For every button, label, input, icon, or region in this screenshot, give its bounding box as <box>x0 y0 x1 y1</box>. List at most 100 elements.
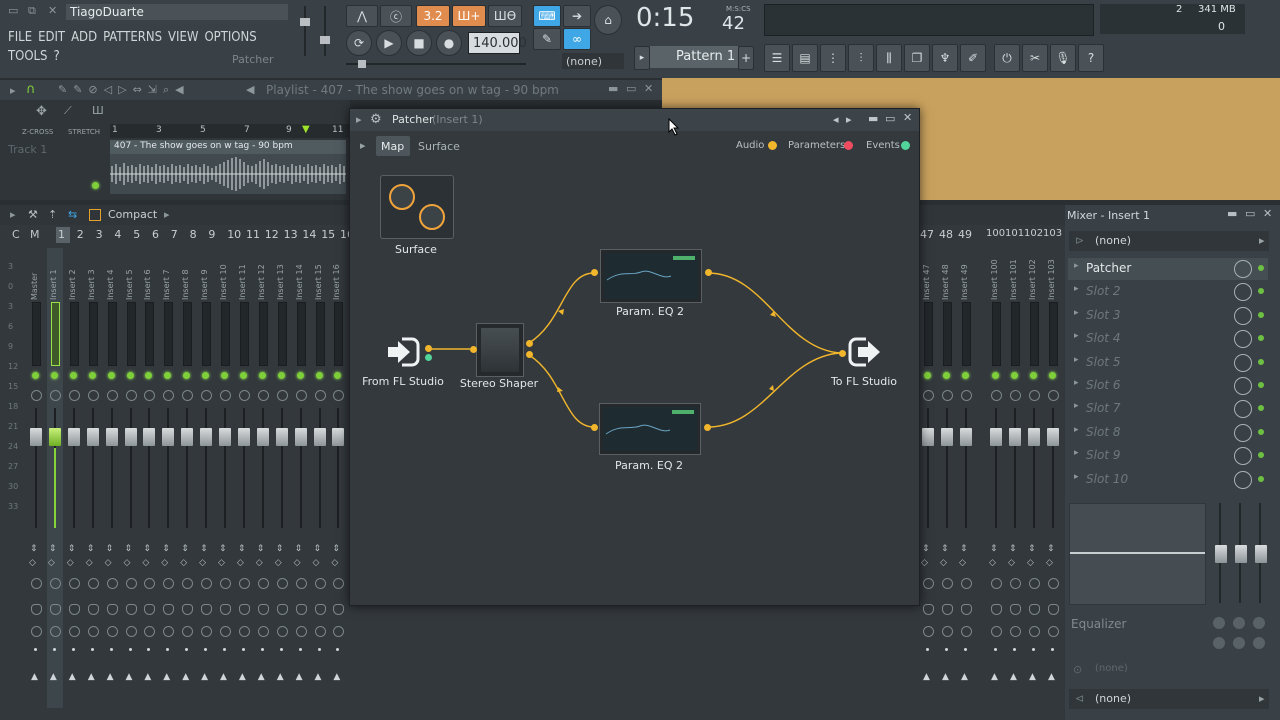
mixer-strip[interactable]: Insert 16 ⇕ ◇ ▲ <box>330 248 346 708</box>
swap-icon[interactable]: ◇ <box>199 558 206 568</box>
active-led[interactable] <box>88 372 96 379</box>
route-knob[interactable] <box>961 604 972 615</box>
route-knob[interactable] <box>125 604 137 615</box>
stereo-knob[interactable] <box>125 578 137 589</box>
volume-fader[interactable] <box>143 428 156 446</box>
slot-enable-led[interactable] <box>1258 405 1264 412</box>
surface-node[interactable] <box>380 175 454 239</box>
param-eq-top-node[interactable] <box>600 249 702 303</box>
patcher-map[interactable]: Surface From FL Studio Stereo Shaper Par… <box>354 161 914 599</box>
next-preset-icon[interactable]: ▸ <box>846 113 852 126</box>
legend-events-dot[interactable] <box>901 141 910 150</box>
arrow-up-icon[interactable]: ▲ <box>239 672 246 682</box>
pan-knob[interactable] <box>923 390 934 401</box>
stereo-knob[interactable] <box>295 578 307 589</box>
slot-enable-led[interactable] <box>1258 335 1264 342</box>
send-knob[interactable] <box>125 626 137 637</box>
input-select[interactable]: ⊳ (none) ▸ <box>1069 231 1269 251</box>
arrow-up-icon[interactable]: ▲ <box>50 672 57 682</box>
active-led[interactable] <box>1011 372 1018 379</box>
stereo-separation-icon[interactable]: ⇕ <box>49 544 57 554</box>
stereo-knob[interactable] <box>257 578 269 589</box>
stereo-separation-icon[interactable]: ⇕ <box>960 544 968 554</box>
arrow-up-icon[interactable]: ▲ <box>315 672 322 682</box>
volume-fader[interactable] <box>30 428 42 446</box>
pan-knob[interactable] <box>1010 390 1021 401</box>
to-fl-studio-node[interactable] <box>848 337 882 367</box>
send-knob[interactable] <box>314 626 326 637</box>
pan-knob[interactable] <box>942 390 953 401</box>
volume-fader[interactable] <box>124 428 137 446</box>
send-knob[interactable] <box>106 626 118 637</box>
volume-fader[interactable] <box>200 428 213 446</box>
swap-icon[interactable]: ◇ <box>124 558 131 568</box>
shaper-input-port[interactable] <box>470 346 477 353</box>
stereo-shaper-node[interactable] <box>476 323 524 377</box>
active-led[interactable] <box>183 372 191 379</box>
effect-slot[interactable]: ▸ Slot 5 <box>1068 352 1268 374</box>
help-button[interactable]: ? <box>1078 44 1104 72</box>
slot-mix-knob[interactable] <box>1234 330 1252 349</box>
active-led[interactable] <box>924 372 931 379</box>
volume-fader[interactable] <box>960 428 972 446</box>
volume-fader[interactable] <box>48 428 61 446</box>
route-knob[interactable] <box>1048 604 1059 615</box>
slot-enable-led[interactable] <box>1258 452 1264 459</box>
effect-slot[interactable]: ▸ Slot 7 <box>1068 398 1268 420</box>
arrow-up-icon[interactable]: ▲ <box>1029 672 1036 682</box>
arrow-up-icon[interactable]: ▲ <box>942 672 949 682</box>
volume-fader[interactable] <box>922 428 934 446</box>
slot-mix-knob[interactable] <box>1234 447 1252 466</box>
active-led[interactable] <box>962 372 969 379</box>
swap-icon[interactable]: ◇ <box>331 558 338 568</box>
tab-map[interactable]: Map <box>376 136 410 156</box>
eq-top-output-port[interactable] <box>705 269 712 276</box>
effect-slot[interactable]: ▸ Patcher <box>1068 258 1268 280</box>
stereo-knob[interactable] <box>144 578 156 589</box>
arrow-up-icon[interactable]: ▲ <box>126 672 133 682</box>
send-knob[interactable] <box>49 626 61 637</box>
arrow-up-icon[interactable]: ▲ <box>1048 672 1055 682</box>
route-knob[interactable] <box>1010 604 1021 615</box>
route-knob[interactable] <box>314 604 326 615</box>
effect-slot[interactable]: ▸ Slot 3 <box>1068 305 1268 327</box>
stereo-knob[interactable] <box>49 578 61 589</box>
eq-knob[interactable] <box>1213 637 1225 649</box>
eq-knob[interactable] <box>1253 637 1265 649</box>
route-knob[interactable] <box>220 604 231 615</box>
mixer-strip[interactable]: Insert 49 ⇕ ◇ ▲ <box>958 248 974 708</box>
mixer-strip[interactable]: Insert 11 ⇕ ◇ ▲ <box>236 248 252 708</box>
pan-knob[interactable] <box>144 390 156 401</box>
route-knob[interactable] <box>1029 604 1040 615</box>
swap-icon[interactable]: ◇ <box>313 558 320 568</box>
send-knob[interactable] <box>1048 626 1059 637</box>
patcher-close-icon[interactable]: ✕ <box>903 111 912 124</box>
slot-mix-knob[interactable] <box>1234 260 1252 278</box>
active-led[interactable] <box>1030 372 1037 379</box>
eq-knob[interactable] <box>1233 617 1245 629</box>
pan-knob[interactable] <box>68 390 80 401</box>
mixer-strip[interactable]: Insert 15 ⇕ ◇ ▲ <box>312 248 328 708</box>
slot-mix-knob[interactable] <box>1234 400 1252 419</box>
stereo-separation-icon[interactable]: ⇕ <box>332 544 340 554</box>
stereo-separation-icon[interactable]: ⇕ <box>276 544 284 554</box>
legend-parameters-dot[interactable] <box>844 141 853 150</box>
send-knob[interactable] <box>163 626 175 637</box>
active-led[interactable] <box>943 372 950 379</box>
pan-knob[interactable] <box>182 390 194 401</box>
pan-knob[interactable] <box>238 390 250 401</box>
route-knob[interactable] <box>49 604 61 615</box>
volume-fader[interactable] <box>1009 428 1021 446</box>
slot-enable-led[interactable] <box>1258 475 1264 482</box>
patcher-minimize-icon[interactable]: ▬ <box>868 112 878 125</box>
swap-icon[interactable]: ◇ <box>237 558 244 568</box>
effect-slot[interactable]: ▸ Slot 10 <box>1068 469 1268 491</box>
volume-fader[interactable] <box>990 428 1002 446</box>
active-led[interactable] <box>277 372 285 379</box>
stereo-knob[interactable] <box>991 578 1002 589</box>
stereo-separation-icon[interactable]: ⇕ <box>87 544 95 554</box>
stereo-knob[interactable] <box>106 578 118 589</box>
arrow-up-icon[interactable]: ▲ <box>220 672 227 682</box>
shaper-output-port[interactable] <box>526 340 533 347</box>
effect-slot[interactable]: ▸ Slot 4 <box>1068 328 1268 350</box>
